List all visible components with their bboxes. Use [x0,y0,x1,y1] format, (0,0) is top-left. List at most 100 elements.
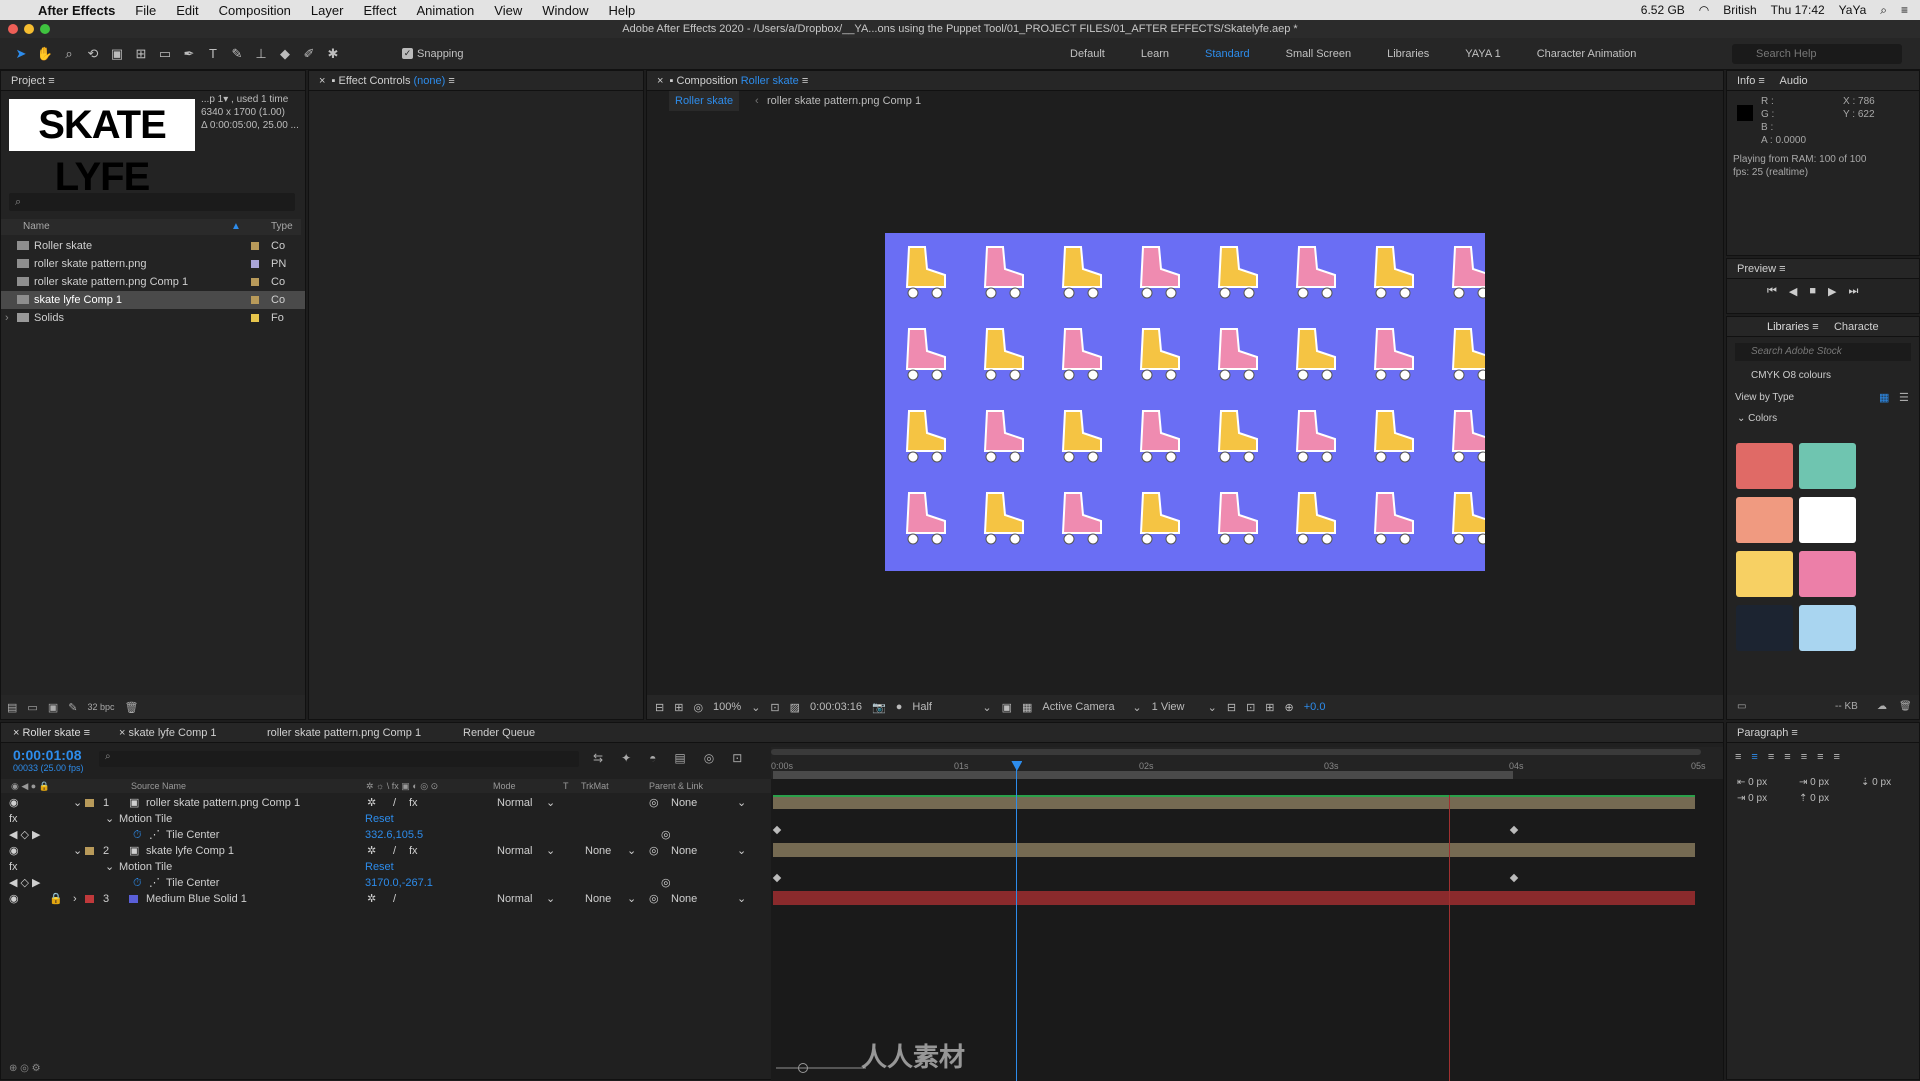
collapse-arrow-icon[interactable]: ⌄ [105,811,114,827]
type-tool-icon[interactable]: T [204,45,222,63]
brush-tool-icon[interactable]: ✎ [228,45,246,63]
adjust-settings-icon[interactable]: ✎ [68,701,77,714]
search-help-input[interactable]: Search Help [1732,44,1902,64]
reset-button[interactable]: Reset [365,811,394,827]
chevron-down-icon[interactable]: ⌄ [737,843,746,859]
composition-tab[interactable]: × ▪ Composition Roller skate ≡ [647,71,1723,91]
timeline-search-input[interactable]: ⌕ [99,751,579,767]
zoom-slider-thumb[interactable] [798,1063,808,1073]
colors-section-header[interactable]: ⌄ Colors [1737,413,1777,424]
collapse-arrow-icon[interactable]: ⌄ [73,795,82,811]
eraser-tool-icon[interactable]: ◆ [276,45,294,63]
current-time-indicator[interactable]: 0:00:01:08 [13,747,82,763]
align-left-icon[interactable]: ≡ [1735,751,1741,763]
align-right-icon[interactable]: ≡ [1768,751,1774,763]
preview-tab[interactable]: Preview ≡ [1727,259,1919,279]
collapse-transform-icon[interactable]: ✲ [367,891,376,907]
snapping-toggle[interactable]: ✓ Snapping [402,48,464,60]
render-queue-tab[interactable]: Render Queue [463,723,535,743]
view-by-dropdown[interactable]: View by Type [1735,389,1794,407]
trkmat-dropdown[interactable]: None [585,891,611,907]
layer-2-duration-bar[interactable] [773,843,1695,857]
folder-icon[interactable]: ▭ [1737,695,1746,719]
layer-row[interactable]: ◉ 🔒 › 3 Medium Blue Solid 1 ✲ / Normal ⌄… [1,891,771,907]
justify-right-icon[interactable]: ≡ [1817,751,1823,763]
camera-dropdown[interactable]: Active Camera [1042,701,1122,713]
next-frame-icon[interactable]: ▶ [1828,285,1836,298]
indent-left-field[interactable]: ⇤ 0 px [1737,775,1767,791]
color-channel-icon[interactable]: ● [896,701,903,713]
menu-edit[interactable]: Edit [176,3,198,18]
hand-tool-icon[interactable]: ✋ [36,45,54,63]
expand-arrow-icon[interactable]: › [5,309,9,327]
chevron-down-icon[interactable]: ⌄ [1132,701,1141,714]
cloud-sync-icon[interactable]: ☁ [1877,695,1887,719]
region-of-interest-icon[interactable]: ⊡ [770,701,779,714]
project-tab[interactable]: Project ≡ [1,71,305,91]
magnification-icon[interactable]: ⊟ [655,701,664,714]
bit-depth-button[interactable]: 32 bpc [87,702,114,712]
motion-blur-icon[interactable]: ◎ [704,751,714,765]
selection-tool-icon[interactable]: ➤ [12,45,30,63]
expression-pickwhip-icon[interactable]: ◎ [661,827,671,843]
view-layout-dropdown[interactable]: 1 View [1152,701,1198,713]
color-swatch-6[interactable] [1799,551,1856,597]
timeline-tab-pattern-comp[interactable]: roller skate pattern.png Comp 1 [267,723,421,743]
menu-view[interactable]: View [494,3,522,18]
menu-layer[interactable]: Layer [311,3,344,18]
last-frame-icon[interactable]: ⏭ [1849,285,1859,298]
first-frame-icon[interactable]: ⏮ [1767,285,1777,298]
effect-row[interactable]: fx ⌄ Motion Tile Reset [1,859,771,875]
layer-1-duration-bar[interactable] [773,795,1695,809]
fast-previews-icon[interactable]: ▣ [1002,701,1012,714]
expression-pickwhip-icon[interactable]: ◎ [661,875,671,891]
keyframe-marker[interactable] [1509,825,1519,835]
libraries-tab[interactable]: Libraries [1767,321,1809,333]
workspace-default[interactable]: Default [1070,48,1105,60]
layer-3-duration-bar[interactable] [773,891,1695,905]
property-row[interactable]: ◀ ◇ ▶ ⏱ ⋰ Tile Center 332.6,105.5 ◎ [1,827,771,843]
stopwatch-icon[interactable]: ⏱ [133,827,142,843]
layer-label-color[interactable] [85,847,94,855]
collapse-transform-icon[interactable]: ✲ [367,843,376,859]
color-swatch-8[interactable] [1799,605,1856,651]
color-swatch-2[interactable] [1799,443,1856,489]
space-before-value[interactable]: 0 px [1810,793,1829,804]
collapse-arrow-icon[interactable]: ⌄ [73,843,82,859]
toggle-transparency-icon[interactable]: ▦ [1022,701,1032,714]
label-color-chip[interactable] [251,260,259,268]
menu-animation[interactable]: Animation [416,3,474,18]
project-item-pattern-png[interactable]: roller skate pattern.png PN [1,255,305,273]
menu-user[interactable]: YaYa [1839,3,1867,17]
layer-name[interactable]: skate lyfe Comp 1 [146,843,234,859]
orbit-camera-icon[interactable]: ⟲ [84,45,102,63]
info-tab[interactable]: Info [1737,75,1755,87]
new-folder-icon[interactable]: ▭ [27,701,37,714]
draft-3d-icon[interactable]: ⊡ [1246,701,1255,714]
adobe-stock-search-input[interactable]: Search Adobe Stock [1735,343,1911,361]
chevron-down-icon[interactable]: ⌄ [546,891,555,907]
effect-switch-icon[interactable]: fx [409,843,418,859]
property-row[interactable]: ◀ ◇ ▶ ⏱ ⋰ Tile Center 3170.0,-267.1 ◎ [1,875,771,891]
library-selector-dropdown[interactable]: CMYK O8 colours [1735,367,1911,385]
collapse-arrow-icon[interactable]: ⌄ [105,859,114,875]
draft-3d-icon[interactable]: ✦ [621,751,631,765]
timeline-tab-skate-lyfe[interactable]: × skate lyfe Comp 1 [119,723,217,743]
minimize-window-button[interactable] [24,24,34,34]
workspace-learn[interactable]: Learn [1141,48,1169,60]
project-search-input[interactable]: ⌕ [9,193,295,211]
composition-viewer[interactable] [885,233,1485,571]
delete-icon[interactable]: 🗑 [124,701,138,714]
chevron-down-icon[interactable]: ⌄ [737,795,746,811]
menu-effect[interactable]: Effect [363,3,396,18]
indent-right-value[interactable]: 0 px [1810,777,1829,788]
property-value[interactable]: 3170.0,-267.1 [365,875,433,891]
zoom-dropdown[interactable]: 100% [713,701,741,713]
breadcrumb-pattern-comp[interactable]: roller skate pattern.png Comp 1 [767,91,921,111]
snapping-checkbox[interactable]: ✓ [402,48,413,59]
menu-file[interactable]: File [135,3,156,18]
chevron-down-icon[interactable]: ⌄ [627,891,636,907]
menu-window[interactable]: Window [542,3,588,18]
playhead-line[interactable] [1016,763,1018,1081]
chevron-down-icon[interactable]: ⌄ [737,891,746,907]
